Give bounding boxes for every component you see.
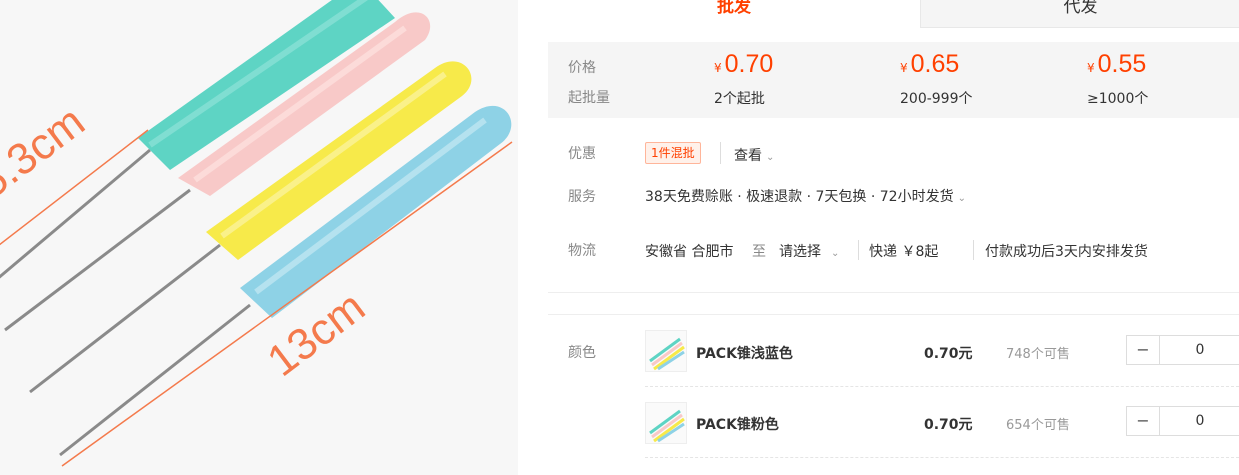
product-thumbnail-icon [649, 409, 685, 443]
variant-stock: 748个可售 [1006, 347, 1070, 362]
logistics-label: 物流 [568, 243, 596, 259]
service-text: 38天免费赊账 · 极速退款 · 7天包换 · 72小时发货 [645, 189, 954, 205]
chevron-down-icon: ⌄ [831, 248, 840, 259]
divider [720, 142, 721, 164]
tier-price: 0.70 [724, 50, 774, 78]
product-thumbnail-icon [649, 337, 685, 371]
decrement-button[interactable]: − [1127, 407, 1160, 435]
service-label: 服务 [568, 189, 596, 205]
dimension-label-short: 5.3cm [0, 97, 94, 208]
section-divider [548, 314, 1239, 315]
tab-wholesale[interactable]: 批发 [548, 0, 920, 28]
variant-name: PACK锥浅蓝色 [696, 346, 793, 362]
variant-price: 0.70元 [924, 346, 973, 362]
row-divider [645, 386, 1239, 387]
tier-quantity: ≥1000个 [1087, 91, 1149, 107]
product-photo: 5.3cm 13cm [0, 0, 518, 475]
dispatch-time: 付款成功后3天内安排发货 [985, 244, 1148, 260]
quantity-input[interactable]: 0 [1160, 407, 1239, 435]
quantity-stepper: − 0 [1126, 406, 1239, 436]
quantity-input[interactable]: 0 [1160, 336, 1239, 364]
promo-view-button[interactable]: 查看 ⌄ [734, 145, 774, 165]
price-label: 价格 [568, 60, 596, 76]
moq-label: 起批量 [568, 90, 610, 106]
mode-tabs: 批发 代发 [548, 0, 1239, 28]
divider [858, 240, 859, 260]
row-divider [645, 457, 1239, 458]
destination-value: 请选择 [779, 244, 821, 260]
chevron-down-icon: ⌄ [766, 152, 775, 163]
tier-price: 0.55 [1097, 50, 1147, 78]
tier-quantity: 2个起批 [714, 91, 765, 107]
section-divider [548, 292, 1239, 293]
tier-price: 0.65 [910, 50, 960, 78]
color-label: 颜色 [568, 345, 596, 361]
variant-stock: 654个可售 [1006, 418, 1070, 433]
currency-symbol: ¥ [1087, 61, 1095, 75]
tier-quantity: 200-999个 [900, 91, 973, 107]
variant-thumbnail [645, 402, 687, 444]
shipping-fee: 快递 ￥8起 [869, 244, 939, 260]
variant-thumbnail [645, 330, 687, 372]
price-tiers: 价格 起批量 ¥0.70 2个起批 ¥0.65 200-999个 ¥0.55 ≥… [548, 42, 1239, 118]
destination-select[interactable]: 请选择 ⌄ [779, 241, 839, 261]
currency-symbol: ¥ [714, 61, 722, 75]
promo-badge: 1件混批 [645, 142, 701, 164]
service-list[interactable]: 38天免费赊账 · 极速退款 · 7天包换 · 72小时发货 ⌄ [645, 186, 966, 206]
promo-label: 优惠 [568, 146, 596, 162]
ship-origin: 安徽省 合肥市 [645, 244, 734, 260]
ship-to: 至 [752, 244, 766, 260]
currency-symbol: ¥ [900, 61, 908, 75]
promo-view-label: 查看 [734, 148, 762, 164]
quantity-stepper: − 0 [1126, 335, 1239, 365]
variant-name: PACK锥粉色 [696, 417, 779, 433]
variant-price: 0.70元 [924, 417, 973, 433]
tab-proxy[interactable]: 代发 [920, 0, 1239, 28]
chevron-down-icon: ⌄ [957, 193, 966, 204]
product-illustration: 5.3cm 13cm [0, 0, 513, 467]
decrement-button[interactable]: − [1127, 336, 1160, 364]
purchase-panel: 批发 代发 价格 起批量 ¥0.70 2个起批 ¥0.65 200-999个 ¥… [548, 0, 1239, 475]
divider [973, 240, 974, 260]
